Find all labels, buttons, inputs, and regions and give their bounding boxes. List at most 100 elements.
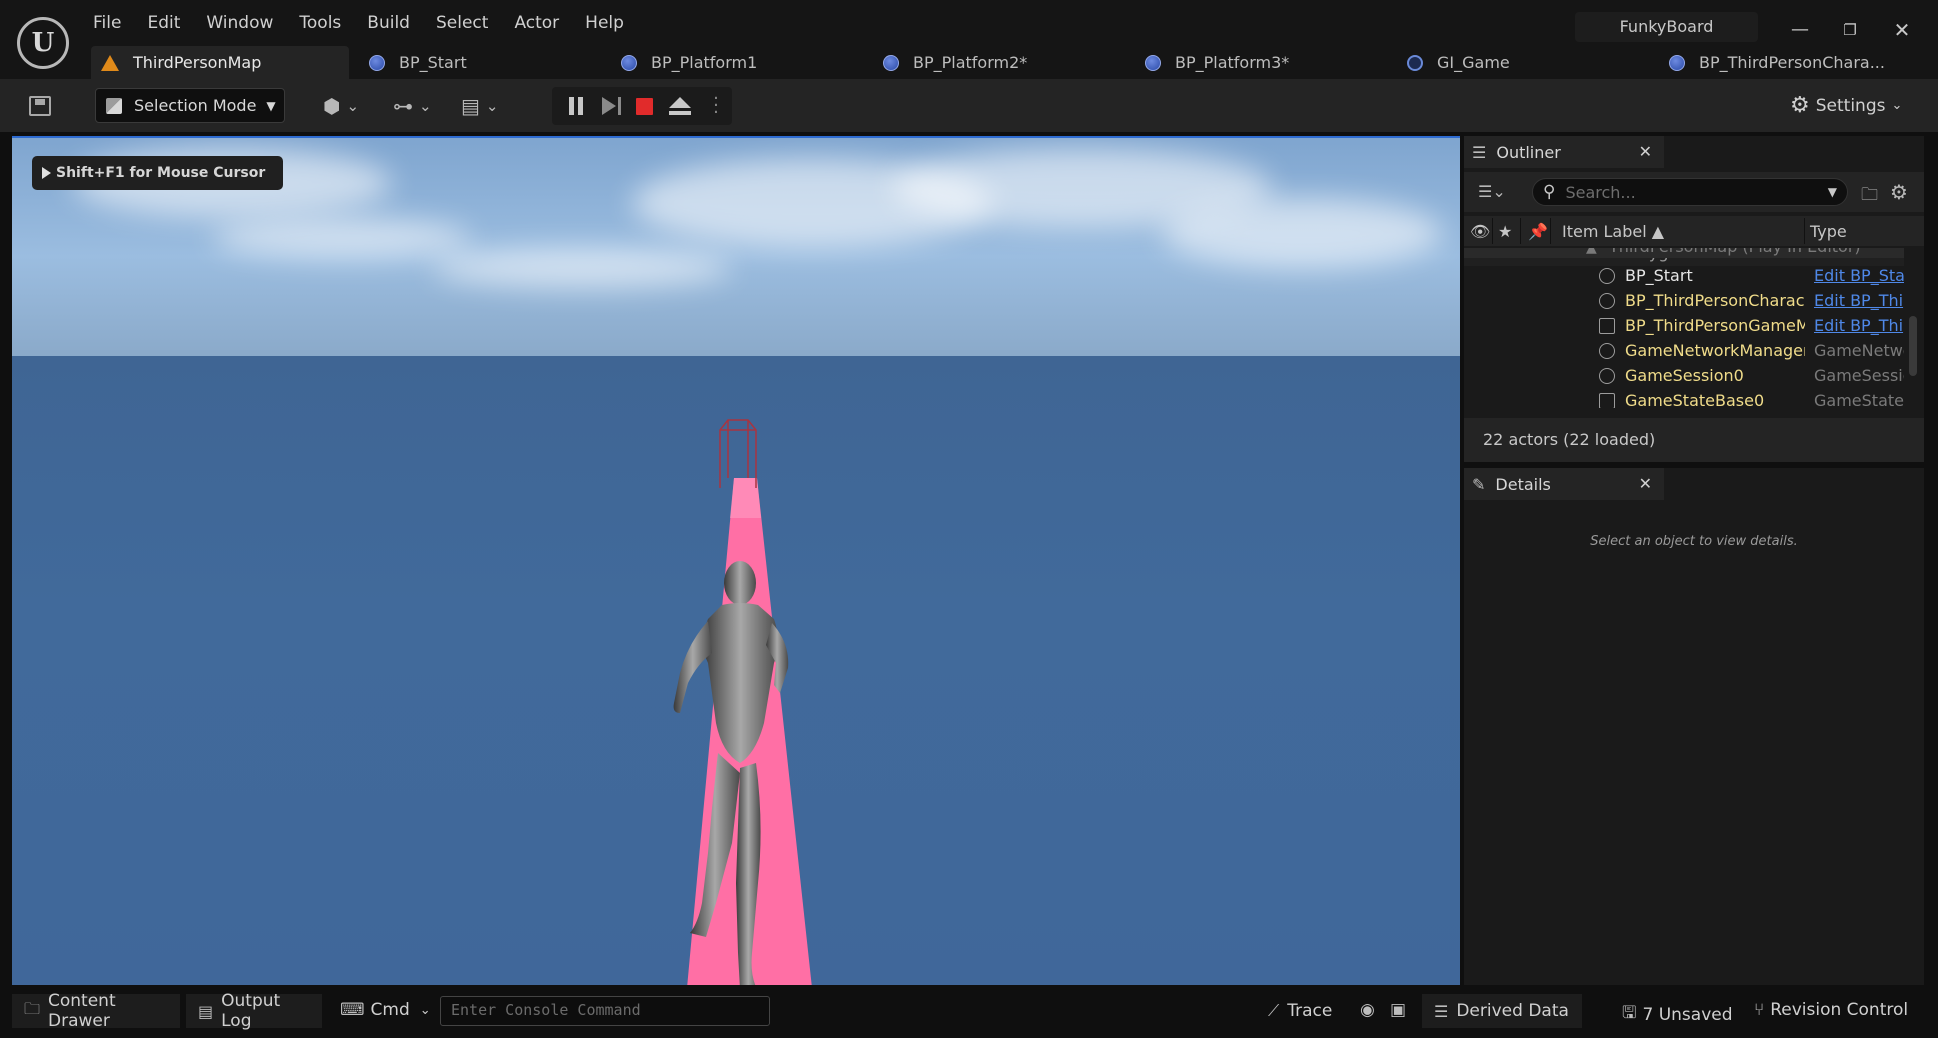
outliner-scrollbar[interactable] bbox=[1909, 316, 1917, 376]
unreal-logo-icon[interactable]: U bbox=[17, 17, 69, 69]
row-label: GameNetworkManager bbox=[1625, 341, 1805, 360]
column-item-label[interactable]: Item Label ▲ bbox=[1562, 222, 1664, 241]
add-actor-button[interactable]: ⬢ ⌄ bbox=[323, 93, 359, 119]
details-panel: ✎ Details ✕ Select an object to view det… bbox=[1464, 468, 1924, 985]
list-item[interactable]: GameStateBase0 GameStateB bbox=[1464, 389, 1904, 408]
row-label: BP_ThirdPersonCharac bbox=[1625, 291, 1805, 310]
tab-bp-platform2[interactable]: BP_Platform2* bbox=[873, 46, 1135, 79]
search-placeholder: Search... bbox=[1565, 182, 1636, 202]
game-mode-icon bbox=[1599, 318, 1615, 334]
divider bbox=[1520, 218, 1521, 244]
list-item[interactable]: GameSession0 GameSessio bbox=[1464, 364, 1904, 389]
tab-bp-platform3[interactable]: BP_Platform3* bbox=[1135, 46, 1397, 79]
search-icon: ⚲ bbox=[1543, 182, 1556, 202]
row-label: BP_ThirdPersonGameM bbox=[1625, 316, 1805, 335]
menu-bar: File Edit Window Tools Build Select Acto… bbox=[80, 10, 637, 38]
chevron-down-icon: ⌄ bbox=[1891, 98, 1903, 113]
details-tab[interactable]: ✎ Details ✕ bbox=[1464, 468, 1664, 500]
list-item[interactable]: BP_ThirdPersonCharac Edit BP_Thi bbox=[1464, 289, 1904, 314]
filter-icon[interactable]: ☰⌄ bbox=[1478, 182, 1506, 201]
selection-mode-icon bbox=[106, 97, 122, 114]
details-empty-message: Select an object to view details. bbox=[1590, 534, 1798, 549]
row-label: GameSession0 bbox=[1625, 366, 1744, 385]
eject-bar bbox=[669, 111, 691, 115]
chevron-down-icon: ⌄ bbox=[485, 97, 499, 115]
console-command-input[interactable]: Enter Console Command bbox=[440, 996, 770, 1026]
outliner-list: Playground Folder ▲ ThirdPersonMap (Play… bbox=[1464, 248, 1904, 408]
row-type-link[interactable]: Edit BP_Sta bbox=[1814, 266, 1904, 285]
output-log-button[interactable]: ▤ Output Log bbox=[186, 991, 322, 1031]
title-bar: U File Edit Window Tools Build Select Ac… bbox=[0, 0, 1938, 79]
content-drawer-button[interactable]: 🗀 Content Drawer bbox=[12, 991, 180, 1031]
cinematics-button[interactable]: ▤ ⌄ bbox=[461, 93, 498, 119]
row-type: GameStateB bbox=[1814, 391, 1904, 408]
derived-data-button[interactable]: ☰ Derived Data bbox=[1422, 994, 1582, 1028]
add-folder-icon[interactable]: 🗀 bbox=[1861, 182, 1878, 211]
selection-mode-label: Selection Mode bbox=[134, 96, 257, 115]
menu-build[interactable]: Build bbox=[354, 10, 423, 38]
output-log-icon: ▤ bbox=[198, 1001, 214, 1021]
record-icon[interactable]: ◉ bbox=[1360, 1000, 1381, 1020]
star-icon[interactable]: ★ bbox=[1498, 222, 1512, 241]
tab-bp-start[interactable]: BP_Start bbox=[349, 46, 611, 79]
selection-mode-dropdown[interactable]: Selection Mode ▼ bbox=[95, 88, 285, 123]
settings-button[interactable]: ⚙ Settings ⌄ bbox=[1790, 93, 1902, 118]
blueprint-menu-button[interactable]: ⊶ ⌄ bbox=[393, 93, 432, 119]
tab-label: BP_Platform3* bbox=[1175, 53, 1290, 72]
pin-icon[interactable]: 📌 bbox=[1528, 222, 1548, 241]
blueprint-graph-icon: ⊶ bbox=[393, 94, 413, 118]
pause-icon[interactable] bbox=[565, 95, 587, 117]
column-type[interactable]: Type bbox=[1810, 222, 1847, 241]
menu-actor[interactable]: Actor bbox=[501, 10, 572, 38]
row-type: GameSessio bbox=[1814, 366, 1904, 385]
restore-icon[interactable]: ❐ bbox=[1830, 12, 1870, 48]
search-input[interactable]: ⚲ Search... ▼ bbox=[1532, 178, 1848, 206]
step-frame-icon[interactable] bbox=[602, 97, 616, 115]
outliner-panel: ☰ Outliner ✕ ☰⌄ ⚲ Search... ▼ 🗀 ⚙ 👁 ★ 📌 … bbox=[1464, 136, 1924, 462]
list-item[interactable]: GameNetworkManager GameNetwo bbox=[1464, 339, 1904, 364]
trace-button[interactable]: ⟋ Trace bbox=[1256, 994, 1340, 1028]
tab-label: GI_Game bbox=[1437, 53, 1510, 72]
map-icon: ▲ bbox=[1586, 248, 1597, 256]
menu-tools[interactable]: Tools bbox=[286, 10, 354, 38]
menu-help[interactable]: Help bbox=[572, 10, 637, 38]
list-item[interactable]: BP_ThirdPersonGameM Edit BP_Thi bbox=[1464, 314, 1904, 339]
eject-icon[interactable] bbox=[669, 97, 691, 108]
menu-select[interactable]: Select bbox=[423, 10, 501, 38]
tab-gi-game[interactable]: GI_Game bbox=[1397, 46, 1659, 79]
menu-window[interactable]: Window bbox=[193, 10, 286, 38]
gear-icon[interactable]: ⚙ bbox=[1890, 180, 1908, 204]
chevron-down-icon: ▼ bbox=[266, 98, 276, 113]
close-window-icon[interactable]: ✕ bbox=[1882, 12, 1922, 48]
list-item-root[interactable]: ▲ ThirdPersonMap (Play In Editor) bbox=[1464, 248, 1904, 258]
save-icon[interactable] bbox=[29, 96, 51, 116]
revision-control-button[interactable]: ⑂ Revision Control bbox=[1754, 1000, 1908, 1020]
row-type: GameNetwo bbox=[1814, 341, 1904, 360]
content-drawer-label: Content Drawer bbox=[48, 991, 116, 1031]
screenshot-icon[interactable]: ▣ bbox=[1390, 1000, 1412, 1020]
tab-bp-thirdpersoncharacter[interactable]: BP_ThirdPersonChara... bbox=[1659, 46, 1901, 79]
tab-label: BP_Platform1 bbox=[651, 53, 758, 72]
cmd-dropdown[interactable]: ⌨ Cmd ⌄ bbox=[340, 1000, 431, 1020]
finish-frame bbox=[719, 419, 757, 488]
menu-file[interactable]: File bbox=[80, 10, 134, 38]
row-type-link[interactable]: Edit BP_Thi bbox=[1814, 316, 1904, 335]
tab-bp-platform1[interactable]: BP_Platform1 bbox=[611, 46, 873, 79]
minimize-icon[interactable]: — bbox=[1780, 12, 1820, 48]
close-icon[interactable]: ✕ bbox=[1639, 142, 1652, 161]
row-type-link[interactable]: Edit BP_Thi bbox=[1814, 291, 1904, 310]
tab-thirdpersonmap[interactable]: ThirdPersonMap bbox=[91, 46, 349, 79]
close-icon[interactable]: ✕ bbox=[1639, 474, 1652, 493]
game-viewport[interactable]: Shift+F1 for Mouse Cursor bbox=[12, 136, 1460, 985]
divider bbox=[1804, 218, 1805, 244]
outliner-toolbar: ☰⌄ ⚲ Search... ▼ 🗀 ⚙ bbox=[1464, 172, 1924, 212]
stop-icon[interactable] bbox=[636, 98, 653, 115]
list-item[interactable]: BP_Start Edit BP_Sta bbox=[1464, 264, 1904, 289]
more-options-icon[interactable]: · · · bbox=[712, 90, 720, 122]
visibility-eye-icon[interactable]: 👁 bbox=[1470, 222, 1490, 241]
menu-edit[interactable]: Edit bbox=[134, 10, 193, 38]
outliner-tab[interactable]: ☰ Outliner ✕ bbox=[1464, 136, 1664, 168]
unsaved-button[interactable]: 🖫 7 Unsaved bbox=[1622, 1000, 1733, 1029]
mouse-cursor-hint[interactable]: Shift+F1 for Mouse Cursor bbox=[32, 156, 284, 190]
chevron-down-icon[interactable]: ▼ bbox=[1828, 185, 1837, 199]
